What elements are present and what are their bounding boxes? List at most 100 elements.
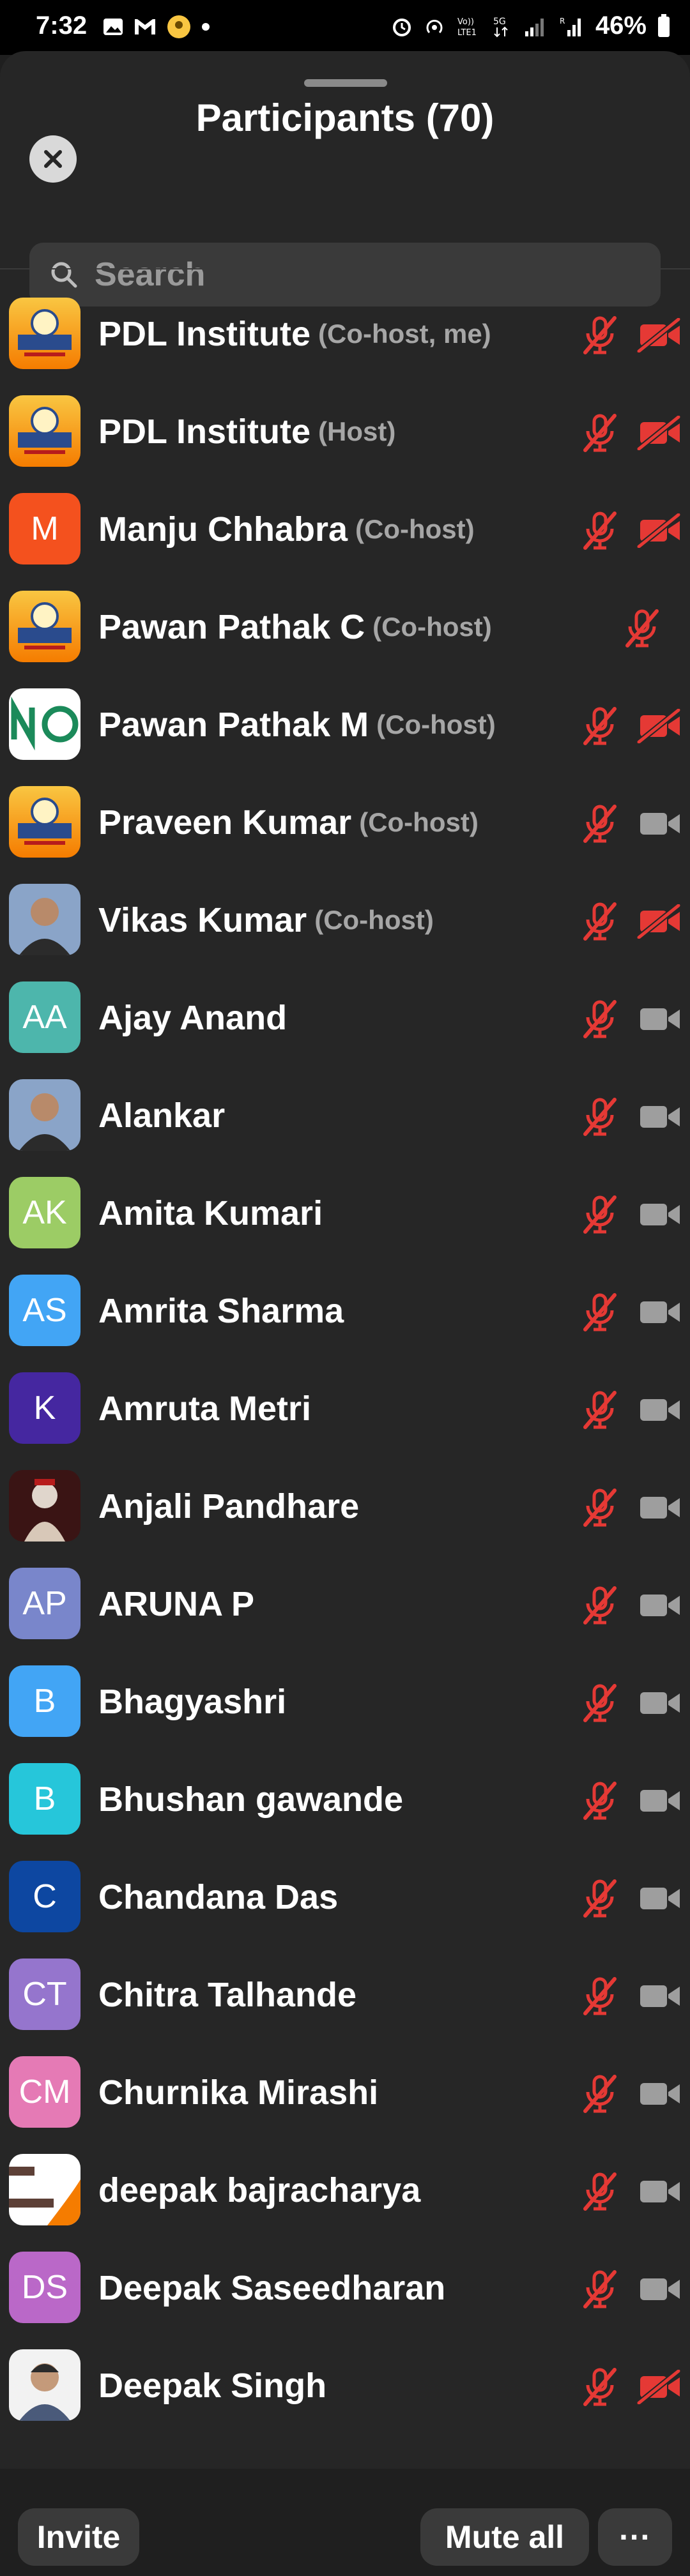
- participant-name: PDL Institute: [98, 314, 311, 353]
- participant-row[interactable]: B Bhushan gawande: [0, 1750, 690, 1848]
- camera-status[interactable]: [636, 708, 682, 745]
- participant-row[interactable]: C Chandana Das: [0, 1848, 690, 1946]
- participant-row[interactable]: B Bhagyashri: [0, 1653, 690, 1750]
- mic-status[interactable]: [578, 2267, 622, 2312]
- drag-handle[interactable]: [304, 79, 387, 87]
- mic-muted-icon: [583, 2172, 617, 2211]
- participant-row[interactable]: CM Churnika Mirashi: [0, 2043, 690, 2141]
- participant-name: Churnika Mirashi: [98, 2073, 379, 2112]
- camera-status[interactable]: [636, 414, 682, 451]
- participant-row[interactable]: AK Amita Kumari: [0, 1164, 690, 1262]
- participant-row[interactable]: CT Chitra Talhande: [0, 1946, 690, 2043]
- avatar: [9, 688, 80, 760]
- participant-list[interactable]: PDL Institute (Co-host, me) PDL Institute(…: [0, 285, 690, 2434]
- mic-status[interactable]: [578, 1974, 622, 2019]
- signal2-icon: R: [560, 17, 581, 36]
- mic-status[interactable]: [578, 1290, 622, 1335]
- camera-status[interactable]: [636, 317, 682, 354]
- camera-icon: [640, 1790, 680, 1812]
- participant-row[interactable]: deepak bajracharya: [0, 2141, 690, 2239]
- mic-status[interactable]: [578, 508, 622, 553]
- camera-off-icon: [637, 708, 680, 745]
- system-icons: Vo)) LTE1 5G R 46%: [391, 11, 671, 40]
- mic-status[interactable]: [578, 1583, 622, 1628]
- camera-status[interactable]: [636, 1100, 682, 1134]
- participant-row[interactable]: Alankar: [0, 1066, 690, 1164]
- camera-status[interactable]: [636, 2174, 682, 2209]
- camera-icon: [640, 1106, 680, 1128]
- mic-status[interactable]: [578, 1095, 622, 1139]
- mic-status[interactable]: [578, 2169, 622, 2214]
- mic-muted-icon: [583, 2075, 617, 2113]
- camera-status[interactable]: [636, 1197, 682, 1232]
- page-title: Participants (70): [195, 96, 494, 139]
- participant-row[interactable]: PDL Institute (Co-host, me): [0, 285, 690, 383]
- camera-off-icon: [637, 414, 680, 451]
- more-button[interactable]: ···: [598, 2508, 672, 2566]
- camera-icon: [640, 1497, 680, 1519]
- camera-status[interactable]: [636, 1490, 682, 1525]
- participant-row[interactable]: Pawan Pathak C (Co-host): [0, 578, 690, 676]
- participant-name-group: Anjali Pandhare: [98, 1457, 359, 1555]
- mic-status[interactable]: [620, 606, 664, 651]
- camera-status[interactable]: [636, 2077, 682, 2111]
- mic-status[interactable]: [578, 801, 622, 846]
- camera-status[interactable]: [636, 903, 682, 940]
- participant-name-group: ARUNA P: [98, 1555, 254, 1653]
- participant-row[interactable]: K Amruta Metri: [0, 1360, 690, 1457]
- participant-row[interactable]: Deepak Singh: [0, 2337, 690, 2434]
- close-button[interactable]: [29, 135, 77, 183]
- camera-status[interactable]: [636, 1686, 682, 1720]
- participant-name: Pawan Pathak M: [98, 705, 369, 744]
- participant-name-group: Churnika Mirashi: [98, 2043, 378, 2141]
- invite-button[interactable]: Invite: [18, 2508, 139, 2566]
- mic-status[interactable]: [578, 2365, 622, 2409]
- mic-status[interactable]: [578, 1778, 622, 1823]
- camera-status[interactable]: [636, 1881, 682, 1916]
- camera-status[interactable]: [636, 2368, 682, 2406]
- mic-status[interactable]: [578, 1485, 622, 1530]
- bottom-bar: Invite Mute all ···: [0, 2469, 690, 2576]
- avatar: [9, 786, 80, 858]
- participant-row[interactable]: AP ARUNA P: [0, 1555, 690, 1653]
- participant-name-group: Deepak Saseedharan: [98, 2239, 445, 2337]
- camera-status[interactable]: [636, 1784, 682, 1818]
- camera-status[interactable]: [636, 1588, 682, 1623]
- camera-status[interactable]: [636, 807, 682, 841]
- mic-status[interactable]: [578, 411, 622, 455]
- participant-name-group: Chitra Talhande: [98, 1946, 356, 2043]
- avatar: C: [9, 1861, 80, 1932]
- mic-status[interactable]: [578, 1192, 622, 1237]
- participant-role: (Co-host): [376, 709, 496, 739]
- participant-row[interactable]: AA Ajay Anand: [0, 969, 690, 1066]
- mic-status[interactable]: [578, 899, 622, 944]
- mic-status[interactable]: [578, 704, 622, 748]
- mic-muted-icon: [583, 1195, 617, 1234]
- camera-status[interactable]: [636, 1295, 682, 1330]
- participant-row[interactable]: DS Deepak Saseedharan: [0, 2239, 690, 2337]
- camera-status[interactable]: [636, 1002, 682, 1036]
- camera-status[interactable]: [636, 512, 682, 549]
- participant-row[interactable]: Praveen Kumar (Co-host): [0, 773, 690, 871]
- participant-name: Praveen Kumar: [98, 803, 352, 842]
- camera-icon: [640, 2181, 680, 2202]
- mic-status[interactable]: [578, 1681, 622, 1725]
- mute-all-button[interactable]: Mute all: [420, 2508, 589, 2566]
- participant-row[interactable]: Vikas Kumar (Co-host): [0, 871, 690, 969]
- avatar: AP: [9, 1568, 80, 1639]
- mic-status[interactable]: [578, 2072, 622, 2116]
- participant-row[interactable]: AS Amrita Sharma: [0, 1262, 690, 1360]
- mic-status[interactable]: [578, 997, 622, 1042]
- participant-row[interactable]: PDL Institute (Host): [0, 383, 690, 480]
- mic-status[interactable]: [578, 313, 622, 358]
- participant-row[interactable]: Pawan Pathak M (Co-host): [0, 676, 690, 773]
- camera-status[interactable]: [636, 2272, 682, 2307]
- mic-status[interactable]: [578, 1876, 622, 1921]
- camera-status[interactable]: [636, 1979, 682, 2013]
- participant-row[interactable]: Anjali Pandhare: [0, 1457, 690, 1555]
- mic-status[interactable]: [578, 1388, 622, 1432]
- avatar-initials: AP: [22, 1585, 67, 1622]
- camera-status[interactable]: [636, 1393, 682, 1427]
- participant-row[interactable]: M Manju Chhabra (Co-host): [0, 480, 690, 578]
- avatar-photo: [9, 688, 80, 760]
